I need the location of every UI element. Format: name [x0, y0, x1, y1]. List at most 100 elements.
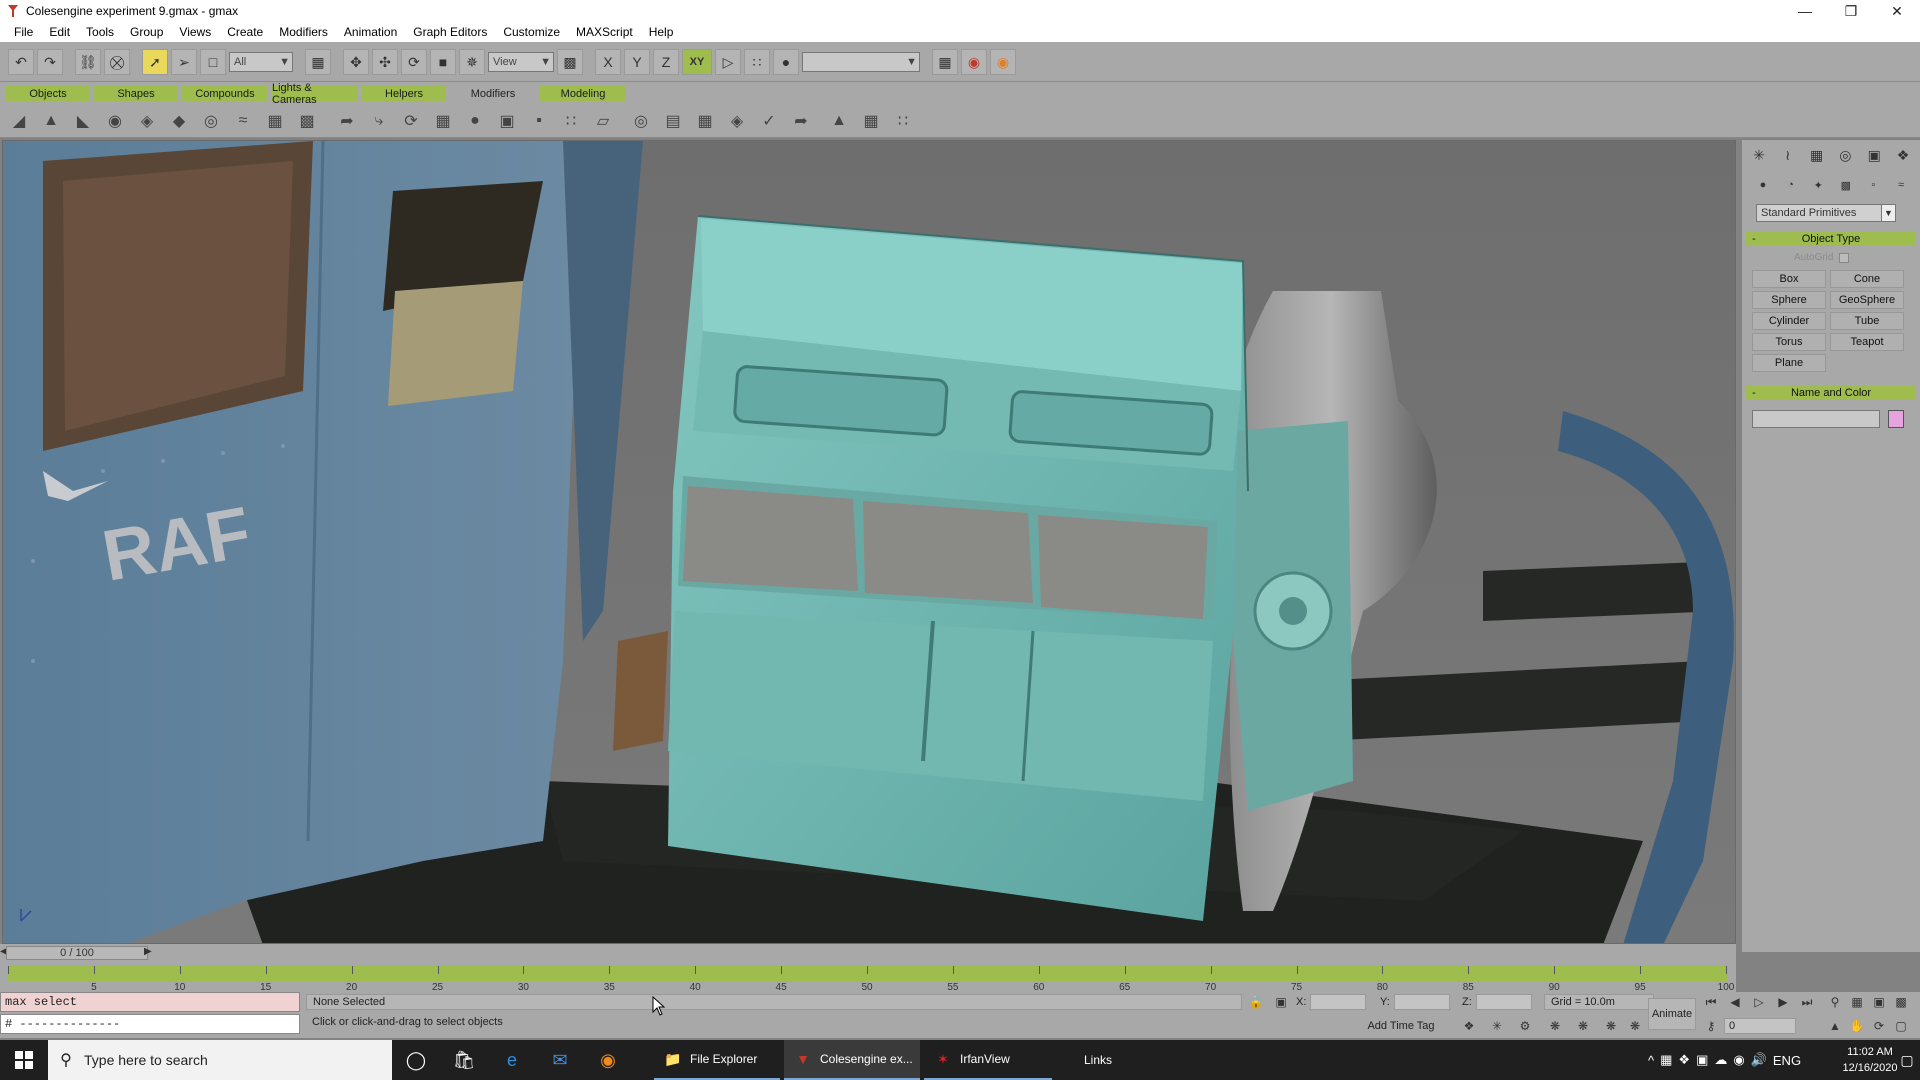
- zoom-icon[interactable]: ⚲: [1826, 994, 1844, 1010]
- tab-shapes[interactable]: Shapes: [94, 86, 178, 101]
- reference-coordinate-dropdown[interactable]: View ▼: [488, 52, 554, 72]
- move-icon[interactable]: ✣: [372, 49, 398, 75]
- next-frame-icon[interactable]: ▶: [1774, 994, 1792, 1010]
- bend-modifier-icon[interactable]: ◢: [8, 110, 30, 132]
- mesh-select-icon[interactable]: ∷: [560, 110, 582, 132]
- wifi-icon[interactable]: ◉: [1733, 1052, 1744, 1068]
- normal-icon[interactable]: ◈: [726, 110, 748, 132]
- helpers-icon[interactable]: ▫: [1864, 176, 1882, 194]
- axis-x-icon[interactable]: X: [595, 49, 621, 75]
- minimize-icon[interactable]: —: [1782, 0, 1828, 22]
- track-bar-ruler[interactable]: 5 10 15 20 25 30 35 40 45 50 55 60 65 70 75 80 85 90 95 100: [8, 966, 1734, 993]
- name-and-color-rollout[interactable]: - Name and Color: [1746, 386, 1916, 400]
- select-window-crossing-icon[interactable]: ▦: [305, 49, 331, 75]
- checker-map-icon[interactable]: ▦: [860, 110, 882, 132]
- tube-button[interactable]: Tube: [1830, 312, 1904, 330]
- menu-help[interactable]: Help: [641, 25, 682, 39]
- align-icon[interactable]: ●: [773, 49, 799, 75]
- tab-helpers[interactable]: Helpers: [362, 86, 446, 101]
- menu-customize[interactable]: Customize: [495, 25, 568, 39]
- angle-snap-icon[interactable]: ✳: [1488, 1018, 1506, 1034]
- set-key-icon[interactable]: ❋: [1602, 1018, 1620, 1034]
- rotate-icon[interactable]: ⟳: [401, 49, 427, 75]
- create-tab-icon[interactable]: ✳: [1748, 144, 1770, 166]
- sphere-button[interactable]: Sphere: [1752, 291, 1826, 309]
- noise-modifier-icon[interactable]: ◉: [104, 110, 126, 132]
- ffd-modifier-icon[interactable]: ▩: [296, 110, 318, 132]
- select-object-icon[interactable]: ➚: [142, 49, 168, 75]
- chevron-up-icon[interactable]: ^: [1648, 1053, 1654, 1068]
- autogrid-checkbox[interactable]: AutoGrid: [1794, 252, 1850, 263]
- track-bar[interactable]: 5 10 15 20 25 30 35 40 45 50 55 60 65 70 75 80 85 90 95 100: [0, 962, 1736, 993]
- pivot-center-icon[interactable]: ▩: [557, 49, 583, 75]
- tab-lights-cameras[interactable]: Lights & Cameras: [272, 82, 358, 106]
- vol-select-icon[interactable]: ∷: [892, 110, 914, 132]
- add-time-tag-button[interactable]: Add Time Tag: [1356, 1018, 1446, 1034]
- x-field[interactable]: [1310, 994, 1367, 1010]
- array-icon[interactable]: ∷: [744, 49, 770, 75]
- named-selection-dropdown[interactable]: ▼: [802, 52, 920, 72]
- box-button[interactable]: Box: [1752, 270, 1826, 288]
- previous-frame-icon[interactable]: ◀: [1726, 994, 1744, 1010]
- mirror-icon[interactable]: ▷: [715, 49, 741, 75]
- sphere-map-icon[interactable]: ●: [464, 110, 486, 132]
- edit-spline-icon[interactable]: ➦: [336, 110, 358, 132]
- select-by-name-icon[interactable]: ➢: [171, 49, 197, 75]
- shapes-icon[interactable]: ◔: [1782, 176, 1800, 194]
- y-field[interactable]: [1393, 994, 1450, 1010]
- go-to-start-icon[interactable]: ⏮: [1702, 994, 1720, 1010]
- maxscript-listener-line[interactable]: max select: [0, 992, 300, 1012]
- extrude-icon[interactable]: ⤷: [368, 110, 390, 132]
- dropbox-icon[interactable]: ❖: [1678, 1052, 1690, 1068]
- restore-icon[interactable]: ❐: [1828, 0, 1874, 22]
- lathe-icon[interactable]: ⟳: [400, 110, 422, 132]
- tab-objects[interactable]: Objects: [6, 86, 90, 101]
- meshsmooth-icon[interactable]: ▤: [662, 110, 684, 132]
- category-dropdown[interactable]: Standard Primitives ▼: [1756, 204, 1896, 222]
- menu-modifiers[interactable]: Modifiers: [271, 25, 336, 39]
- smooth-icon[interactable]: ◎: [630, 110, 652, 132]
- zoom-extents-icon[interactable]: ▣: [1870, 994, 1888, 1010]
- selection-filter-dropdown[interactable]: All ▼: [229, 52, 293, 72]
- cylinder-button[interactable]: Cylinder: [1752, 312, 1826, 330]
- windows-start-icon[interactable]: [0, 1040, 48, 1080]
- xform-icon[interactable]: ▪: [528, 110, 550, 132]
- menu-views[interactable]: Views: [171, 25, 219, 39]
- tab-modifiers[interactable]: Modifiers: [450, 86, 536, 101]
- axis-z-icon[interactable]: Z: [653, 49, 679, 75]
- motion-tab-icon[interactable]: ◎: [1834, 144, 1856, 166]
- twist-modifier-icon[interactable]: ◣: [72, 110, 94, 132]
- teapot-button[interactable]: Teapot: [1830, 333, 1904, 351]
- next-frame-arrow-icon[interactable]: ▶: [144, 946, 152, 957]
- percent-snap-icon[interactable]: ⚙: [1516, 1018, 1534, 1034]
- tab-modeling[interactable]: Modeling: [540, 86, 626, 101]
- mail-icon[interactable]: ✉: [536, 1040, 584, 1080]
- redo-icon[interactable]: ↷: [37, 49, 63, 75]
- utilities-tab-icon[interactable]: ❖: [1892, 144, 1914, 166]
- maximize-viewport-icon[interactable]: ▢: [1892, 1018, 1910, 1034]
- material-editor-icon[interactable]: ◉: [961, 49, 987, 75]
- maxscript-input-line[interactable]: # --------------: [0, 1014, 300, 1034]
- close-icon[interactable]: ✕: [1874, 0, 1920, 22]
- arc-rotate-icon[interactable]: ⟳: [1870, 1018, 1888, 1034]
- menu-animation[interactable]: Animation: [336, 25, 405, 39]
- optimize-icon[interactable]: ▦: [694, 110, 716, 132]
- wave-modifier-icon[interactable]: ≈: [232, 110, 254, 132]
- skew-modifier-icon[interactable]: ◆: [168, 110, 190, 132]
- firefox-icon[interactable]: ◉: [584, 1040, 632, 1080]
- object-type-rollout[interactable]: - Object Type: [1746, 232, 1916, 246]
- select-and-move-icon[interactable]: ✥: [343, 49, 369, 75]
- spinner-snap-icon[interactable]: ❋: [1546, 1018, 1564, 1034]
- torus-button[interactable]: Torus: [1752, 333, 1826, 351]
- hierarchy-tab-icon[interactable]: ▦: [1806, 144, 1828, 166]
- links-toolbar[interactable]: Links: [1084, 1040, 1112, 1080]
- menu-edit[interactable]: Edit: [41, 25, 78, 39]
- current-frame-field[interactable]: 0: [1724, 1018, 1796, 1034]
- edit-mesh-icon[interactable]: ▱: [592, 110, 614, 132]
- field-of-view-icon[interactable]: ▲: [1826, 1018, 1844, 1034]
- axis-xy-button[interactable]: XY: [682, 49, 712, 75]
- modify-tab-icon[interactable]: ≀: [1777, 144, 1799, 166]
- symmetry-icon[interactable]: ➦: [790, 110, 812, 132]
- axis-y-icon[interactable]: Y: [624, 49, 650, 75]
- monitor-icon[interactable]: ▣: [1696, 1052, 1708, 1068]
